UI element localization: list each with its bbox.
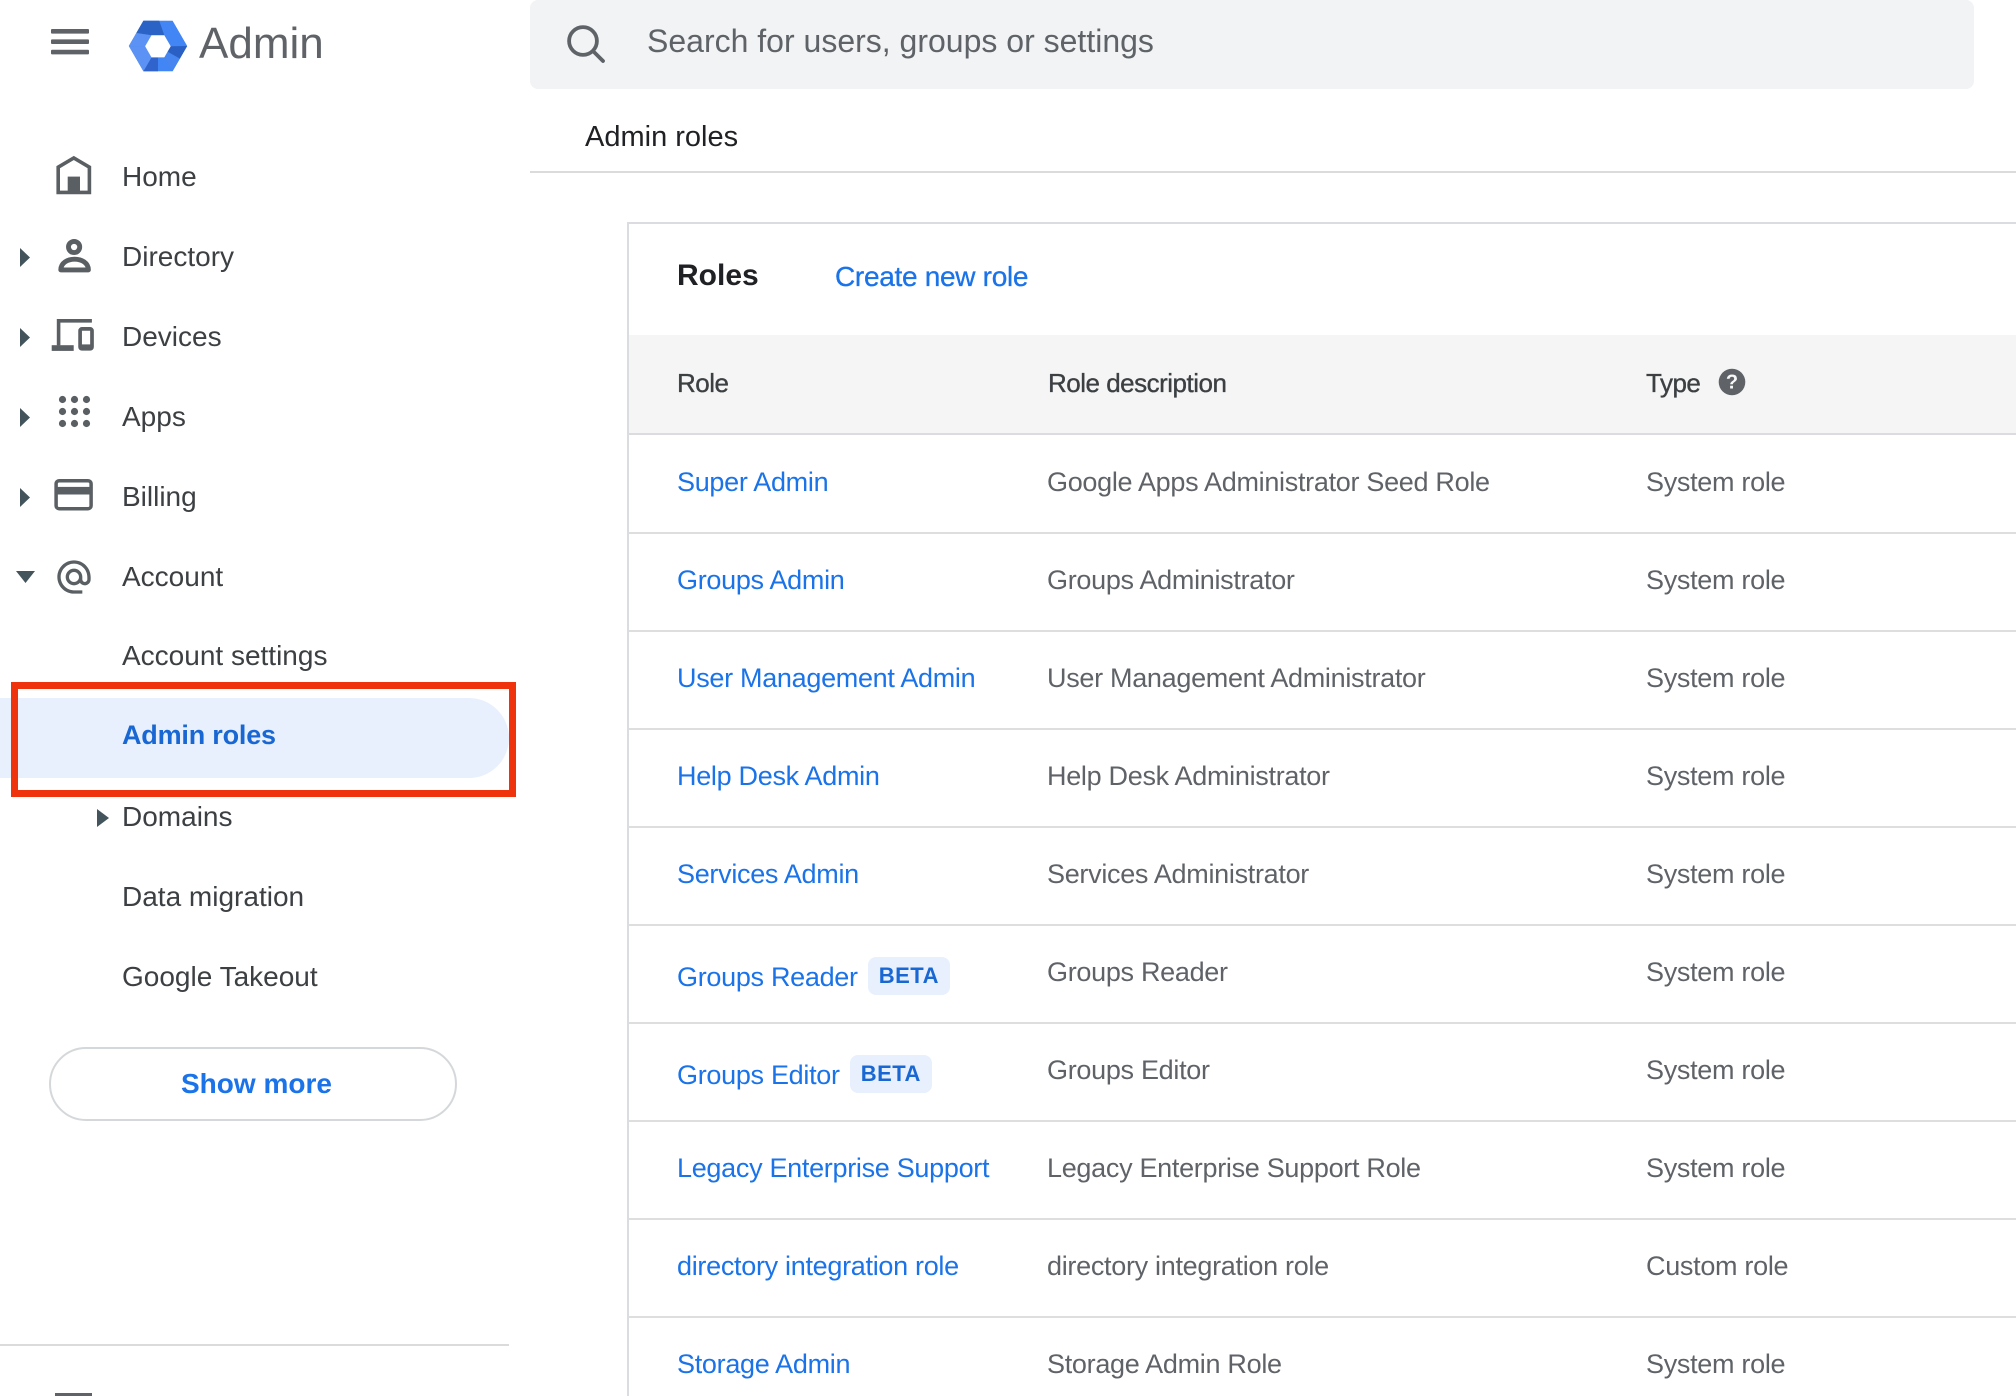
svg-text:?: ?: [1726, 371, 1738, 393]
